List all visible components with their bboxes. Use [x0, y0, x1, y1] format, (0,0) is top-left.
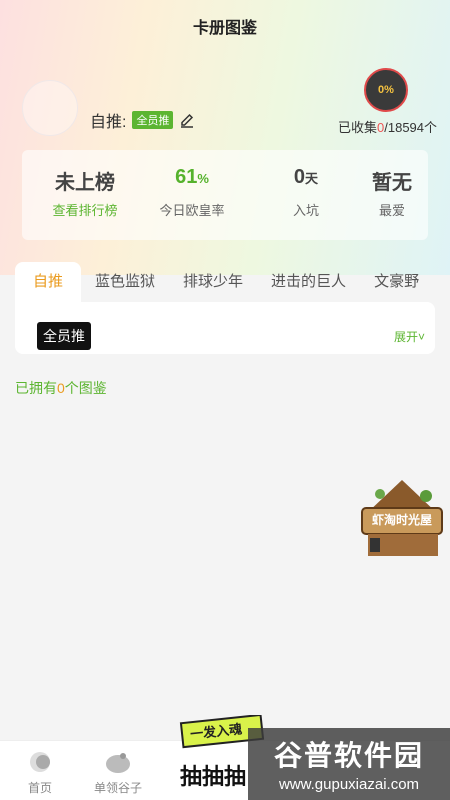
page-title: 卡册图鉴	[192, 20, 257, 37]
stat-favorite: 暂无 最爱	[352, 166, 432, 219]
filter-card: 全员推 展开˅	[15, 302, 435, 354]
tab-haikyuu[interactable]: 排球少年	[169, 262, 257, 302]
watermark: 谷普软件园 www.gupuxiazai.com	[248, 728, 450, 800]
tab-zitui[interactable]: 自推	[15, 262, 82, 302]
collected-total: /18594个	[384, 120, 438, 135]
collected-prefix: 已收集	[338, 120, 378, 135]
stat-days: 0天 入坑	[276, 166, 336, 219]
collected-count: 已收集0/18594个	[338, 117, 437, 136]
expand-button[interactable]: 展开˅	[394, 328, 425, 345]
stat-luck-rate: 61% 今日欧皇率	[142, 166, 242, 219]
days-number: 0	[293, 166, 306, 188]
tab-blue-lock[interactable]: 蓝色监狱	[81, 262, 169, 302]
collection-progress-circle: 0%	[364, 68, 408, 112]
stat-favorite-value: 暂无	[372, 172, 412, 194]
filter-chip-member[interactable]: 全员推	[37, 322, 91, 350]
avatar[interactable]	[22, 80, 78, 136]
stat-luck-rate-label: 今日欧皇率	[159, 203, 225, 218]
stat-ranking-value: 未上榜	[55, 172, 115, 194]
stat-days-label: 入坑	[292, 203, 319, 218]
edit-icon[interactable]	[179, 112, 195, 128]
floating-shop-badge[interactable]: 虾淘时光屋	[356, 478, 448, 560]
chevron-down-icon: ˅	[417, 330, 425, 344]
owned-number: 0	[57, 380, 65, 396]
stat-days-value: 0天	[276, 166, 336, 194]
days-unit: 天	[305, 171, 319, 186]
luck-rate-number: 61	[175, 166, 198, 188]
nav-home[interactable]: 首页	[22, 749, 58, 796]
home-icon	[27, 749, 53, 775]
member-tag: 全员推	[132, 111, 174, 129]
nav-single-goods[interactable]: 单领谷子	[90, 749, 146, 796]
expand-label: 展开	[393, 330, 418, 344]
stat-luck-rate-value: 61%	[142, 166, 242, 194]
owned-count: 已拥有0个图鉴	[15, 378, 107, 398]
goods-icon	[105, 749, 131, 775]
owned-prefix: 已拥有	[15, 380, 57, 396]
floating-badge-text: 虾淘时光屋	[371, 513, 432, 527]
stats-card: 未上榜 查看排行榜 61% 今日欧皇率 0天 入坑 暂无 最爱	[22, 150, 428, 240]
stat-ranking[interactable]: 未上榜 查看排行榜	[42, 166, 128, 219]
watermark-url: www.gupuxiazai.com	[278, 776, 420, 793]
tab-bungo[interactable]: 文豪野	[360, 262, 433, 302]
nav-home-label: 首页	[27, 781, 52, 795]
watermark-title: 谷普软件园	[273, 740, 424, 771]
nav-single-goods-label: 单领谷子	[93, 781, 142, 795]
luck-rate-unit: %	[197, 171, 209, 186]
stat-ranking-label[interactable]: 查看排行榜	[42, 200, 128, 219]
stat-favorite-label: 最爱	[378, 203, 405, 218]
tab-attack-on-titan[interactable]: 进击的巨人	[257, 262, 360, 302]
owned-suffix: 个图鉴	[64, 380, 107, 396]
zitui-label: 自推:	[90, 114, 127, 131]
category-tabs: 自推 蓝色监狱 排球少年 进击的巨人 文豪野	[15, 262, 435, 302]
promo-main-text: 抽抽抽	[180, 764, 247, 789]
zitui-row: 自推: 全员推	[90, 108, 195, 132]
